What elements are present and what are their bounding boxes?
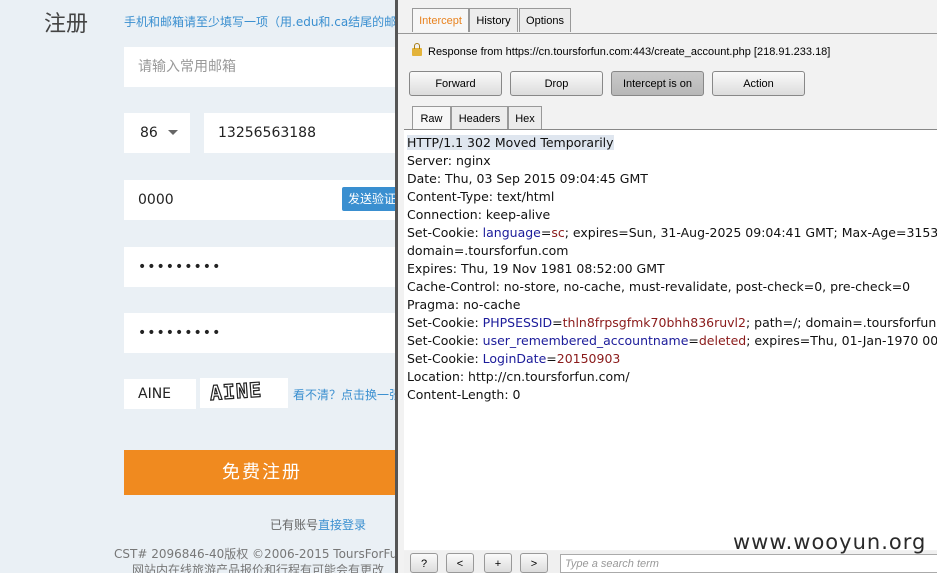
cookie-name: language xyxy=(482,225,541,240)
cookie-line-account: Set-Cookie: user_remembered_accountname=… xyxy=(407,333,937,348)
tab-headers[interactable]: Headers xyxy=(451,106,508,130)
next-button[interactable]: > xyxy=(520,553,548,573)
tab-intercept[interactable]: Intercept xyxy=(412,8,469,32)
confirm-password-input[interactable]: ••••••••• xyxy=(124,313,400,353)
response-body[interactable]: HTTP/1.1 302 Moved Temporarily Server: n… xyxy=(404,130,937,550)
response-line: HTTP/1.1 302 Moved Temporarily xyxy=(407,135,614,150)
cookie-attrs: ; expires=Thu, 01-Jan-1970 00:00 xyxy=(746,333,937,348)
response-line: Pragma: no-cache xyxy=(407,297,521,312)
response-line: Connection: keep-alive xyxy=(407,207,551,222)
cookie-attrs: ; path=/; domain=.toursforfun.c xyxy=(745,315,937,330)
captcha-input[interactable]: AINE xyxy=(124,379,196,409)
country-code-select[interactable]: 86 xyxy=(124,113,190,153)
page-title: 注册 xyxy=(44,12,89,37)
cookie-line-language: Set-Cookie: language=sc; expires=Sun, 31… xyxy=(407,225,937,240)
country-code-value: 86 xyxy=(140,125,158,141)
cookie-eq: = xyxy=(546,351,557,366)
tab-raw[interactable]: Raw xyxy=(412,106,451,130)
proxy-window: Intercept History Options Response from … xyxy=(395,0,937,573)
tab-options[interactable]: Options xyxy=(519,8,571,32)
register-button[interactable]: 免费注册 xyxy=(124,450,400,495)
lock-icon xyxy=(412,43,422,56)
response-line: Expires: Thu, 19 Nov 1981 08:52:00 GMT xyxy=(407,261,665,276)
cookie-name: LoginDate xyxy=(482,351,547,366)
cookie-eq: = xyxy=(688,333,699,348)
cookie-prefix: Set-Cookie: xyxy=(407,333,483,348)
add-button[interactable]: + xyxy=(484,553,512,573)
action-button[interactable]: Action xyxy=(712,71,805,96)
cookie-attrs: ; expires=Sun, 31-Aug-2025 09:04:41 GMT;… xyxy=(564,225,937,240)
response-line: Server: nginx xyxy=(407,153,491,168)
cookie-value: deleted xyxy=(698,333,747,348)
password-input[interactable]: ••••••••• xyxy=(124,247,400,287)
email-input[interactable]: 请输入常用邮箱 xyxy=(124,47,400,87)
send-code-button[interactable]: 发送验证 xyxy=(342,187,400,211)
response-line: Cache-Control: no-store, no-cache, must-… xyxy=(407,279,911,294)
tab-hex[interactable]: Hex xyxy=(508,106,542,130)
copyright-text: CST# 2096846-40版权 ©2006-2015 ToursForFun xyxy=(114,547,400,561)
cookie-line-phpsessid: Set-Cookie: PHPSESSID=thln8frpsgfmk70bhh… xyxy=(407,315,937,330)
login-line: 已有账号直接登录 xyxy=(270,516,366,533)
captcha-text: AINE xyxy=(209,378,263,405)
cookie-value: 20150903 xyxy=(556,351,621,366)
response-from-text: Response from https://cn.toursforfun.com… xyxy=(428,46,831,58)
cookie-name: PHPSESSID xyxy=(482,315,553,330)
cookie-line-logindate: Set-Cookie: LoginDate=20150903 xyxy=(407,351,620,366)
response-line: domain=.toursforfun.com xyxy=(407,243,569,258)
cookie-prefix: Set-Cookie: xyxy=(407,225,483,240)
help-button[interactable]: ? xyxy=(410,553,438,573)
response-line: Location: http://cn.toursforfun.com/ xyxy=(407,369,630,384)
previous-button[interactable]: < xyxy=(446,553,474,573)
response-source: Response from https://cn.toursforfun.com… xyxy=(412,43,831,58)
cookie-prefix: Set-Cookie: xyxy=(407,351,483,366)
captcha-graphic: AINE xyxy=(208,377,263,406)
cookie-prefix: Set-Cookie: xyxy=(407,315,483,330)
chevron-down-icon xyxy=(168,130,178,135)
cookie-value: sc xyxy=(551,225,565,240)
forward-button[interactable]: Forward xyxy=(409,71,502,96)
tab-divider xyxy=(398,33,937,34)
phone-input[interactable]: 13256563188 xyxy=(204,113,400,153)
drop-button[interactable]: Drop xyxy=(510,71,603,96)
search-input[interactable]: Type a search term xyxy=(560,554,937,573)
have-account-text: 已有账号 xyxy=(270,518,319,532)
cookie-eq: = xyxy=(552,315,563,330)
direct-login-link[interactable]: 直接登录 xyxy=(318,518,366,532)
captcha-image[interactable]: AINE xyxy=(200,377,288,408)
intercept-toggle-button[interactable]: Intercept is on xyxy=(611,71,704,96)
registration-hint: 手机和邮箱请至少填写一项（用.edu和.ca结尾的邮 xyxy=(124,15,397,29)
cookie-name: user_remembered_accountname xyxy=(482,333,689,348)
response-line: Date: Thu, 03 Sep 2015 09:04:45 GMT xyxy=(407,171,648,186)
response-line: Content-Length: 0 xyxy=(407,387,521,402)
registration-page: 注册 手机和邮箱请至少填写一项（用.edu和.ca结尾的邮 请输入常用邮箱 86… xyxy=(0,0,400,573)
response-line: Content-Type: text/html xyxy=(407,189,555,204)
captcha-refresh-link[interactable]: 看不清？点击换一张 xyxy=(293,386,400,403)
cookie-eq: = xyxy=(540,225,552,240)
tab-history[interactable]: History xyxy=(469,8,518,32)
watermark: www.wooyun.org xyxy=(733,530,927,554)
disclaimer-text: 网站内在线旅游产品报价和行程有可能会有更改 xyxy=(132,563,385,573)
cookie-value: thln8frpsgfmk70bhh836ruvl2 xyxy=(562,315,746,330)
